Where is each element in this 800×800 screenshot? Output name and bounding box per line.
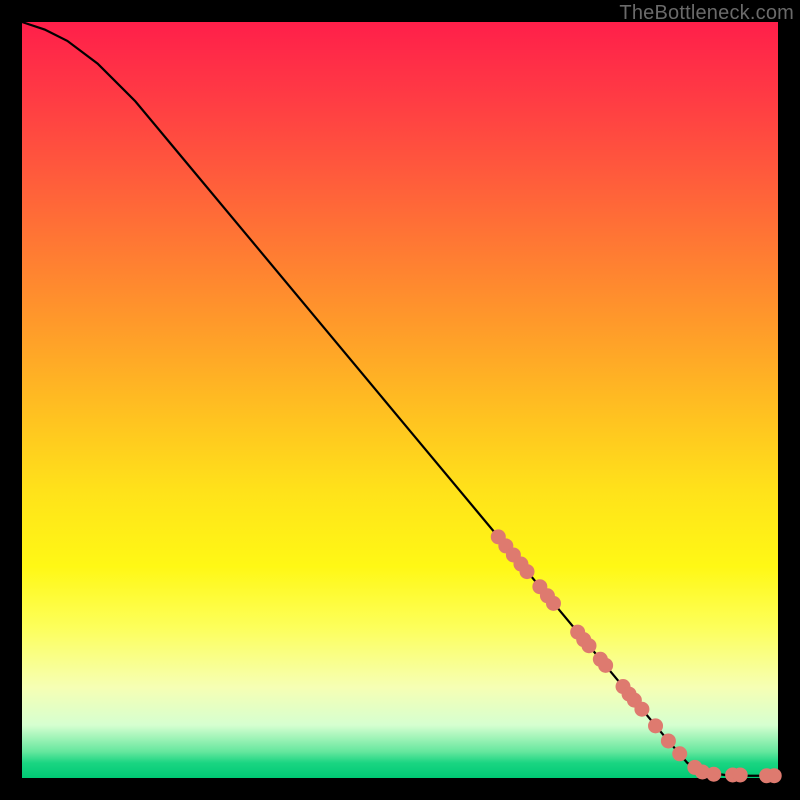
data-marker (598, 658, 613, 673)
data-marker (520, 564, 535, 579)
data-marker (546, 596, 561, 611)
data-marker (767, 768, 782, 783)
data-marker (648, 718, 663, 733)
data-marker (582, 638, 597, 653)
bottleneck-curve (22, 22, 778, 776)
data-marker (733, 767, 748, 782)
data-marker (706, 767, 721, 782)
data-marker (634, 702, 649, 717)
marker-layer (491, 529, 782, 783)
chart-frame: TheBottleneck.com (0, 0, 800, 800)
data-marker (672, 746, 687, 761)
data-marker (661, 733, 676, 748)
plot-area (22, 22, 778, 778)
curve-svg (22, 22, 778, 778)
